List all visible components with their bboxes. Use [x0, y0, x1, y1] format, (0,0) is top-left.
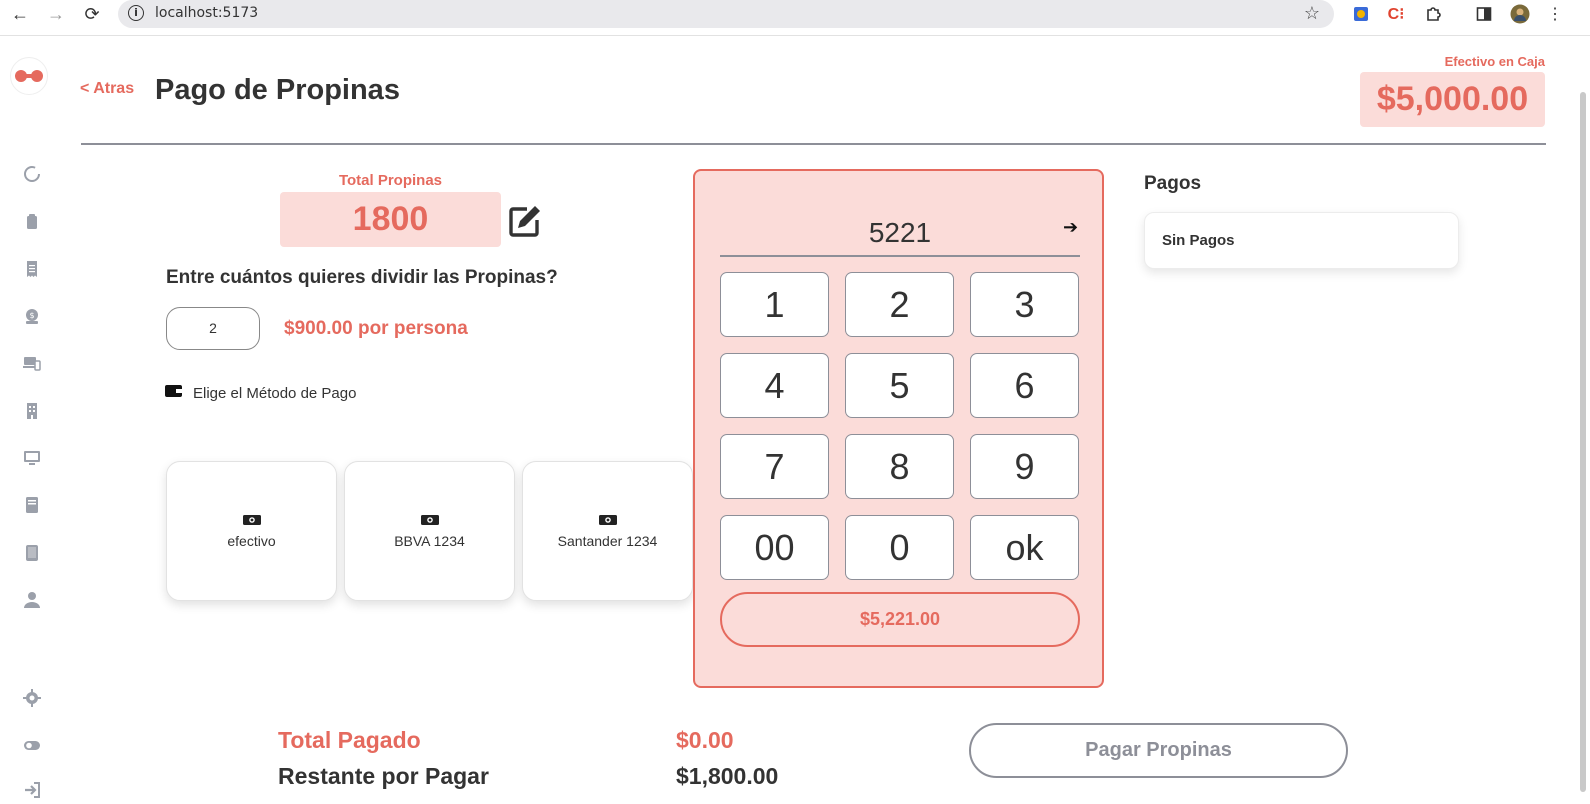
reload-icon[interactable]: ⟳ [82, 4, 102, 24]
key-0[interactable]: 0 [845, 515, 954, 580]
building-icon[interactable] [22, 401, 42, 421]
extension-icon[interactable] [1351, 4, 1371, 24]
extension-c-icon[interactable]: C⁝ [1386, 4, 1406, 24]
cash-in-register-value: $5,000.00 [1360, 72, 1545, 127]
key-4[interactable]: 4 [720, 353, 829, 418]
side-panel-icon[interactable] [1474, 4, 1494, 24]
scrollbar-thumb[interactable] [1580, 92, 1586, 792]
browser-toolbar: ← → ⟳ i localhost:5173 ☆ C⁝ ⋮ [0, 0, 1590, 36]
payments-title: Pagos [1144, 173, 1202, 194]
divide-count-input[interactable]: 2 [166, 307, 260, 350]
cash-in-register-label: Efectivo en Caja [1444, 54, 1545, 69]
site-info-icon[interactable]: i [128, 5, 144, 21]
key-1[interactable]: 1 [720, 272, 829, 337]
logout-icon[interactable] [22, 780, 42, 800]
page-title: Pago de Propinas [155, 74, 400, 106]
devices-icon[interactable] [22, 353, 42, 373]
sidebar: $ [0, 36, 65, 804]
key-5[interactable]: 5 [845, 353, 954, 418]
book-icon[interactable] [22, 495, 42, 515]
key-2[interactable]: 2 [845, 272, 954, 337]
arrow-right-icon[interactable]: ➔ [1063, 217, 1078, 238]
loader-icon[interactable] [22, 164, 42, 184]
key-3[interactable]: 3 [970, 272, 1079, 337]
keypad-total-button[interactable]: $5,221.00 [720, 592, 1080, 647]
svg-text:$: $ [29, 311, 34, 320]
numeric-keypad: 5221 ➔ 1 2 3 4 5 6 7 8 9 00 0 ok $5,221.… [693, 169, 1104, 688]
total-tips-value: 1800 [280, 192, 501, 247]
total-paid-value: $0.00 [676, 727, 734, 753]
header-divider [81, 143, 1546, 145]
back-link[interactable]: < Atras [80, 80, 134, 98]
menu-kebab-icon[interactable]: ⋮ [1545, 4, 1565, 24]
page-scrollbar[interactable] [1576, 36, 1590, 804]
remaining-value: $1,800.00 [676, 763, 779, 789]
key-6[interactable]: 6 [970, 353, 1079, 418]
payment-method-card-santander[interactable]: Santander 1234 [522, 461, 693, 601]
key-9[interactable]: 9 [970, 434, 1079, 499]
receipt-icon[interactable] [22, 259, 42, 279]
wallet-icon [165, 384, 182, 402]
pay-tips-button[interactable]: Pagar Propinas [969, 723, 1348, 778]
monitor-icon[interactable] [22, 448, 42, 468]
cash-icon [420, 515, 439, 525]
payment-method-label: Elige el Método de Pago [193, 384, 357, 402]
payment-method-heading: Elige el Método de Pago [165, 384, 356, 402]
gear-icon[interactable] [22, 688, 42, 708]
bookmark-star-icon[interactable]: ☆ [1304, 3, 1320, 24]
edit-icon[interactable] [507, 203, 543, 239]
tablet-icon[interactable] [22, 543, 42, 563]
cash-icon [242, 515, 261, 525]
forward-arrow-icon[interactable]: → [46, 4, 66, 24]
address-bar[interactable]: i localhost:5173 ☆ [118, 0, 1334, 28]
payments-empty-card: Sin Pagos [1144, 212, 1459, 269]
clipboard-icon[interactable] [22, 212, 42, 232]
key-8[interactable]: 8 [845, 434, 954, 499]
per-person-amount: $900.00 por persona [284, 318, 468, 339]
back-arrow-icon[interactable]: ← [10, 4, 30, 24]
total-paid-label: Total Pagado [278, 727, 421, 753]
payment-method-name: Santander 1234 [557, 533, 658, 549]
divide-question: Entre cuántos quieres dividir las Propin… [166, 267, 558, 288]
payment-method-card-bbva[interactable]: BBVA 1234 [344, 461, 515, 601]
key-00[interactable]: 00 [720, 515, 829, 580]
payment-method-name: efectivo [227, 533, 276, 549]
payment-method-card-efectivo[interactable]: efectivo [166, 461, 337, 601]
url-text[interactable]: localhost:5173 [155, 5, 258, 21]
app-logo[interactable] [10, 57, 48, 95]
key-7[interactable]: 7 [720, 434, 829, 499]
profile-avatar[interactable] [1510, 4, 1530, 24]
money-bag-icon[interactable]: $ [22, 306, 42, 326]
key-ok[interactable]: ok [970, 515, 1079, 580]
payment-method-name: BBVA 1234 [394, 533, 465, 549]
keypad-display[interactable]: 5221 [720, 211, 1080, 257]
remaining-label: Restante por Pagar [278, 763, 489, 789]
total-tips-label: Total Propinas [338, 172, 443, 189]
puzzle-icon[interactable] [1423, 4, 1443, 24]
user-icon[interactable] [22, 590, 42, 610]
cash-icon [598, 515, 617, 525]
toggle-icon[interactable] [22, 735, 42, 755]
